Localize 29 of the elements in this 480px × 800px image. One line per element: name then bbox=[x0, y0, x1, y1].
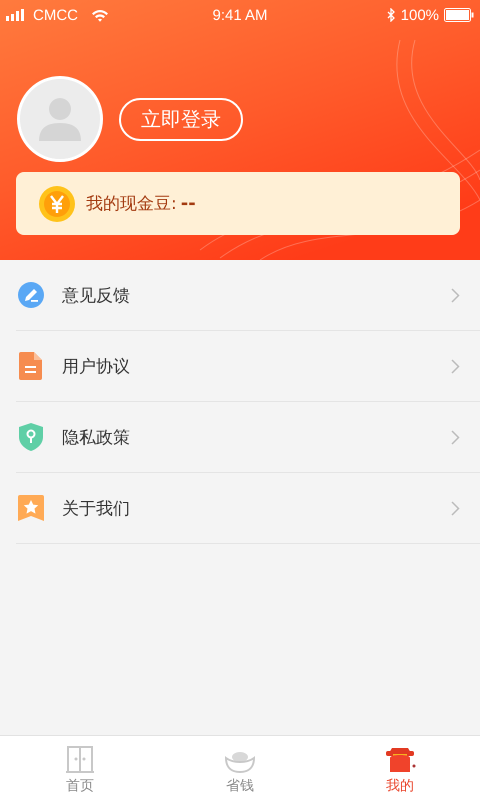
menu-item[interactable]: 用户协议 bbox=[16, 331, 480, 402]
cash-bean-value: -- bbox=[180, 193, 196, 214]
menu-item[interactable]: 隐私政策 bbox=[16, 402, 480, 473]
tab-item[interactable]: 省钱 bbox=[160, 736, 320, 800]
pencil-icon bbox=[17, 281, 45, 309]
chevron-icon bbox=[451, 358, 460, 374]
menu-label: 意见反馈 bbox=[62, 284, 131, 306]
door-icon bbox=[66, 746, 94, 774]
chevron-icon bbox=[451, 288, 460, 302]
clock-time: 9:41 AM bbox=[212, 6, 268, 24]
menu-item[interactable]: 意见反馈 bbox=[16, 260, 480, 331]
menu-label: 关于我们 bbox=[62, 498, 131, 520]
bluetooth-icon bbox=[386, 8, 396, 22]
carrier-name: CMCC bbox=[33, 6, 78, 24]
battery-percent: 100% bbox=[400, 6, 440, 24]
tab-item[interactable]: 首页 bbox=[0, 736, 160, 800]
menu-label: 隐私政策 bbox=[62, 426, 131, 448]
star-badge-icon bbox=[18, 495, 44, 521]
chevron-icon bbox=[451, 500, 460, 516]
chevron-icon bbox=[451, 430, 460, 444]
wifi-icon bbox=[91, 8, 109, 22]
battery-icon bbox=[444, 8, 474, 22]
menu-item[interactable]: 关于我们 bbox=[16, 473, 480, 544]
document-icon bbox=[19, 352, 43, 380]
cash-bean-label: 我的现金豆: bbox=[86, 193, 177, 215]
shield-icon bbox=[19, 423, 43, 451]
tab-item[interactable]: 我的 bbox=[320, 736, 480, 800]
yuan-coin-icon bbox=[38, 184, 76, 222]
menu-label: 用户协议 bbox=[62, 356, 131, 378]
